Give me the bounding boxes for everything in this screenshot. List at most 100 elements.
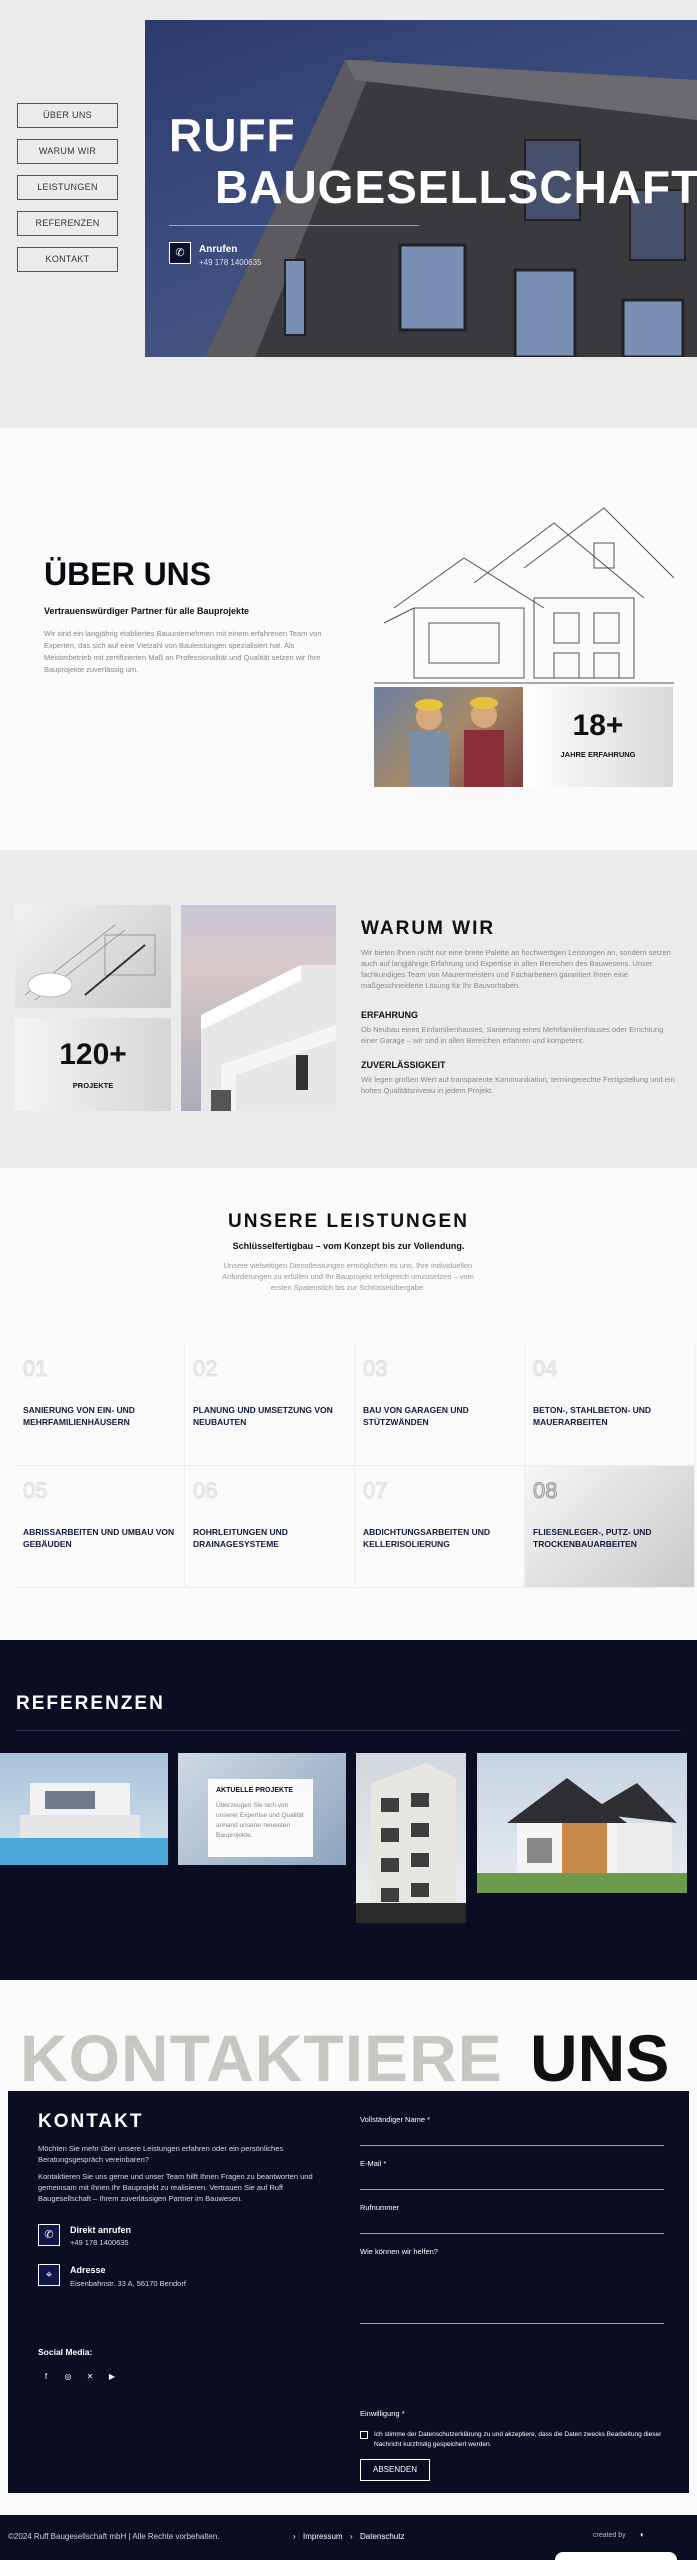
service-title: PLANUNG UND UMSETZUNG VON NEUBAUTEN [193, 1405, 333, 1427]
footer-link-datenschutz[interactable]: Datenschutz [360, 2532, 404, 2541]
facebook-icon[interactable]: f [40, 2371, 52, 2383]
nav-button-warum-wir[interactable]: WARUM WIR [17, 139, 118, 164]
service-card[interactable]: 01 SANIERUNG VON EIN- UND MEHRFAMILIENHÄ… [15, 1344, 185, 1466]
footer-link-impressum[interactable]: Impressum [303, 2532, 343, 2541]
contact-big-heading-right: UNS [530, 2021, 670, 2095]
projects-stat-value: 120+ [59, 1038, 127, 1071]
social-media-label: Social Media: [38, 2347, 93, 2357]
modern-building-image [181, 905, 336, 1111]
phone-field[interactable] [360, 2233, 664, 2234]
service-title: SANIERUNG VON EIN- UND MEHRFAMILIENHÄUSE… [23, 1405, 135, 1427]
nav-button-referenzen[interactable]: REFERENZEN [17, 211, 118, 236]
reference-image-apartment[interactable] [356, 1753, 466, 1923]
contact-big-heading-left: KONTAKTIERE [20, 2021, 503, 2095]
service-title: BAU VON GARAGEN UND STÜTZWÄNDEN [363, 1405, 469, 1427]
contact-call-number[interactable]: +49 178 1400635 [70, 2238, 129, 2247]
why-heading: WARUM WIR [361, 918, 496, 939]
service-title: BETON-, STAHLBETON- UND MAUERARBEITEN [533, 1405, 652, 1427]
experience-stat-label: JAHRE ERFAHRUNG [560, 750, 636, 759]
current-projects-card: AKTUELLE PROJEKTE Überzeugen Sie sich vo… [208, 1779, 313, 1857]
service-title: ABDICHTUNGSARBEITEN UND KELLERISOLIERUNG [363, 1527, 491, 1549]
message-field[interactable] [360, 2323, 664, 2324]
service-number: 01 [22, 1356, 48, 1382]
blueprint-image [15, 905, 171, 1008]
hero-title-line1: RUFF [169, 109, 296, 161]
why-point-title-experience: ERFAHRUNG [361, 1010, 419, 1020]
service-card[interactable]: 02 PLANUNG UND UMSETZUNG VON NEUBAUTEN [185, 1344, 355, 1466]
why-point-text-experience: Ob Neubau eines Einfamilienhauses, Sanie… [361, 1025, 664, 1045]
chevron-right-icon: › [350, 2532, 353, 2541]
submit-button[interactable]: ABSENDEN [360, 2459, 430, 2481]
contact-call-label[interactable]: Direkt anrufen [70, 2225, 131, 2235]
about-heading: ÜBER UNS [44, 556, 212, 592]
service-number: 07 [362, 1478, 388, 1504]
contact-heading: KONTAKT [38, 2111, 144, 2132]
modern-building-illustration [201, 965, 336, 1111]
phone-field-label: Rufnummer [360, 2203, 400, 2212]
service-card[interactable]: 05 ABRISSARBEITEN UND UMBAU VON GEBÄUDEN [15, 1466, 185, 1588]
current-projects-title: AKTUELLE PROJEKTE [216, 1787, 294, 1794]
youtube-icon[interactable]: ▶ [106, 2371, 118, 2383]
hero-section: ÜBER UNS WARUM WIR LEISTUNGEN REFERENZEN… [0, 0, 697, 428]
hero-image: RUFF BAUGESELLSCHAFT ✆ Anrufen +49 178 1… [145, 20, 697, 357]
service-number: 08 [532, 1478, 558, 1504]
service-card[interactable]: 08 FLIESENLEGER-, PUTZ- UND TROCKENBAUAR… [525, 1466, 695, 1588]
hero-call-number[interactable]: +49 178 1400635 [199, 258, 262, 267]
experience-stat: 18+ JAHRE ERFAHRUNG [523, 687, 673, 787]
blueprint-illustration [24, 924, 156, 1001]
experience-stat-value: 18+ [572, 709, 624, 742]
service-title: ABRISSARBEITEN UND UMBAU VON GEBÄUDEN [23, 1527, 175, 1549]
services-subheading: Schlüsselfertigbau – vom Konzept bis zur… [232, 1241, 465, 1251]
service-card[interactable]: 03 BAU VON GARAGEN UND STÜTZWÄNDEN [355, 1344, 525, 1466]
nav-button-ueber-uns[interactable]: ÜBER UNS [17, 103, 118, 128]
why-point-title-reliability: ZUVERLÄSSIGKEIT [361, 1060, 446, 1070]
about-text: Wir sind ein langjährig etabliertes Bauu… [44, 629, 322, 674]
why-intro: Wir bieten Ihnen nicht nur eine breite P… [361, 948, 671, 990]
service-title: FLIESENLEGER-, PUTZ- UND TROCKENBAUARBEI… [533, 1527, 652, 1549]
instagram-icon[interactable]: ◎ [62, 2371, 74, 2383]
team-illustration [409, 697, 504, 787]
email-field-label: E-Mail * [360, 2159, 387, 2168]
nav-button-kontakt[interactable]: KONTAKT [17, 247, 118, 272]
footer-badge [555, 2552, 677, 2560]
references-section: REFERENZEN AKTUELLE PROJEKTE Überzeugen … [0, 1640, 697, 1980]
contact-box: KONTAKT Möchten Sie mehr über unsere Lei… [8, 2091, 689, 2493]
contact-text-2: Kontaktieren Sie uns gerne und unser Tea… [38, 2172, 313, 2203]
phone-icon[interactable]: ✆ [38, 2224, 60, 2246]
service-number: 04 [532, 1356, 558, 1382]
service-card[interactable]: 04 BETON-, STAHLBETON- UND MAUERARBEITEN [525, 1344, 695, 1466]
reference-image-house[interactable] [477, 1753, 687, 1893]
twitter-icon[interactable]: ✕ [84, 2371, 96, 2383]
apartment-illustration [356, 1763, 466, 1923]
service-card[interactable]: 07 ABDICHTUNGSARBEITEN UND KELLERISOLIER… [355, 1466, 525, 1588]
phone-icon[interactable]: ✆ [169, 242, 191, 264]
reference-card-current-projects[interactable]: AKTUELLE PROJEKTE Überzeugen Sie sich vo… [178, 1753, 346, 1865]
house-sketch-image [374, 507, 674, 684]
name-field[interactable] [360, 2145, 664, 2146]
hero-divider [169, 225, 419, 226]
consent-checkbox[interactable] [360, 2431, 368, 2439]
footer-credit: created by [593, 2532, 626, 2539]
service-number: 06 [192, 1478, 218, 1504]
services-section: UNSERE LEISTUNGEN Schlüsselfertigbau – v… [0, 1168, 697, 1640]
hero-title-line2: BAUGESELLSCHAFT [215, 161, 697, 213]
consent-text: Ich stimme der Datenschutzerklärung zu u… [374, 2431, 662, 2448]
service-card[interactable]: 06 ROHRLEITUNGEN UND DRAINAGESYSTEME [185, 1466, 355, 1588]
email-field[interactable] [360, 2189, 664, 2190]
contact-text-1: Möchten Sie mehr über unsere Leistungen … [38, 2144, 284, 2164]
footer-copyright: ©2024 Ruff Baugesellschaft mbH | Alle Re… [8, 2532, 220, 2541]
projects-stat: 120+ PROJEKTE [15, 1018, 171, 1111]
reference-image-villa[interactable] [0, 1753, 168, 1865]
footer: ©2024 Ruff Baugesellschaft mbH | Alle Re… [0, 2515, 697, 2560]
creator-logo-icon[interactable]: ◐ [640, 2530, 645, 2539]
name-field-label: Vollständiger Name * [360, 2115, 431, 2124]
chevron-right-icon: › [293, 2532, 296, 2541]
references-divider [16, 1730, 681, 1731]
house-illustration [477, 1778, 687, 1893]
references-heading: REFERENZEN [16, 1693, 165, 1714]
location-pin-icon: ⌖ [38, 2264, 60, 2286]
hero-call-label[interactable]: Anrufen [199, 244, 237, 255]
nav-button-leistungen[interactable]: LEISTUNGEN [17, 175, 118, 200]
services-text: Unsere vielseitigen Dienstleistungen erm… [222, 1261, 474, 1292]
villa-illustration [0, 1783, 168, 1865]
